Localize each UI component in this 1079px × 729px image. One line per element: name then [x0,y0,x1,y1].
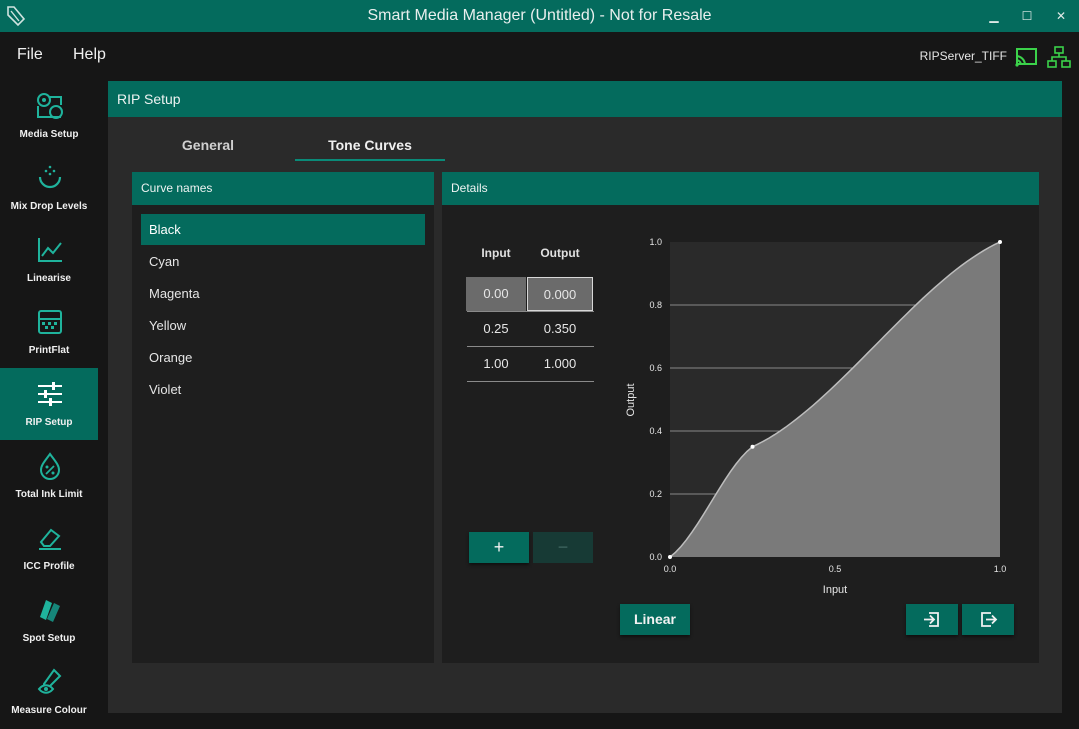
menu-help[interactable]: Help [73,46,106,64]
network-icon[interactable] [1047,46,1071,68]
sidebar-item-printflat[interactable]: PrintFlat [0,296,98,368]
curve-names-panel: Curve names Black Cyan Magenta Yellow Or… [132,172,434,663]
column-header-output: Output [540,246,580,260]
sidebar-item-label: PrintFlat [28,345,70,356]
y-tick-label: 0.6 [649,363,662,373]
column-header-input: Input [481,246,511,260]
curve-names-header: Curve names [132,172,434,205]
cell-output[interactable]: 0.000 [527,277,593,311]
curve-control-point[interactable] [750,444,755,449]
panel-header: RIP Setup [108,81,1062,117]
sidebar-item-label: Spot Setup [22,633,76,644]
tab-general[interactable]: General [148,129,268,161]
y-tick-label: 0.0 [649,552,662,562]
window-title: Smart Media Manager (Untitled) - Not for… [367,7,712,24]
sidebar-item-icc-profile[interactable]: ICC Profile [0,512,98,584]
menu-bar: File Help RIPServer_TIFF [0,32,1079,80]
sidebar-item-label: RIP Setup [25,417,73,428]
line-graph-icon [38,238,62,262]
close-button[interactable]: ✕ [1046,4,1076,28]
curve-control-point[interactable] [668,555,672,559]
eraser-icon [39,528,61,550]
details-panel: Details Input Output 0.00 0.000 0.25 0.3… [442,172,1039,663]
import-curve-button[interactable] [906,604,958,635]
details-title: Details [451,181,488,195]
y-tick-label: 0.2 [649,489,662,499]
curve-item-orange[interactable]: Orange [141,342,425,373]
sidebar-item-label: Media Setup [19,129,79,140]
sidebar-item-mix-drop-levels[interactable]: Mix Drop Levels [0,152,98,224]
curve-item-yellow[interactable]: Yellow [141,310,425,341]
sidebar-item-label: Mix Drop Levels [10,201,88,212]
printflat-icon [38,310,62,334]
sidebar-item-spot-setup[interactable]: Spot Setup [0,584,98,656]
sidebar-item-linearise[interactable]: Linearise [0,224,98,296]
title-bar: Smart Media Manager (Untitled) - Not for… [0,0,1079,32]
sliders-icon [38,382,62,406]
sidebar: Media Setup Mix Drop Levels Linearise Pr… [0,80,98,729]
cell-input[interactable]: 0.00 [466,277,526,311]
minimize-button[interactable]: ▁ [979,4,1009,28]
x-tick-label: 0.0 [664,564,677,574]
y-axis-label: Output [625,383,637,416]
curve-item-cyan[interactable]: Cyan [141,246,425,277]
tab-tone-curves[interactable]: Tone Curves [295,129,445,161]
cast-icon[interactable] [1014,46,1038,68]
add-point-button[interactable]: + [469,532,529,563]
eye-dropper-icon [37,668,62,694]
sidebar-item-rip-setup[interactable]: RIP Setup [0,368,98,440]
x-axis-label: Input [823,584,847,596]
export-icon [981,612,998,627]
sidebar-item-label: Measure Colour [11,705,87,716]
import-icon [924,612,939,627]
cell-output[interactable]: 1.000 [530,347,590,381]
drop-levels-icon [38,165,62,189]
y-tick-label: 0.4 [649,426,662,436]
rip-setup-panel: RIP Setup General Tone Curves Curve name… [108,81,1062,713]
sidebar-item-label: ICC Profile [23,561,75,572]
y-tick-label: 1.0 [649,237,662,247]
sidebar-item-measure-colour[interactable]: Measure Colour [0,656,98,728]
x-tick-label: 0.5 [829,564,842,574]
server-name: RIPServer_TIFF [919,49,1007,63]
menu-file[interactable]: File [17,46,43,64]
cell-input[interactable]: 0.25 [466,312,526,346]
linear-button[interactable]: Linear [620,604,690,635]
curve-control-point[interactable] [998,240,1002,244]
remove-point-button[interactable]: − [533,532,593,563]
curve-item-black[interactable]: Black [141,214,425,245]
sidebar-item-label: Total Ink Limit [15,489,83,500]
maximize-button[interactable]: ☐ [1012,4,1042,28]
details-header: Details [442,172,1039,205]
y-tick-label: 0.8 [649,300,662,310]
cell-input[interactable]: 1.00 [466,347,526,381]
sidebar-item-total-ink-limit[interactable]: Total Ink Limit [0,440,98,512]
curve-item-violet[interactable]: Violet [141,374,425,405]
sidebar-item-media-setup[interactable]: Media Setup [0,80,98,152]
export-curve-button[interactable] [962,604,1014,635]
tone-curve-chart[interactable]: 0.0 0.2 0.4 0.6 0.8 1.0 0.0 0.5 1.0 Input Outpu… [612,222,1032,602]
swatch-icon [40,600,60,622]
ink-drop-percent-icon [39,452,61,480]
curve-item-magenta[interactable]: Magenta [141,278,425,309]
panel-title: RIP Setup [117,91,181,107]
x-tick-label: 1.0 [994,564,1007,574]
sidebar-item-label: Linearise [27,273,71,284]
media-rolls-icon [37,93,63,119]
cell-output[interactable]: 0.350 [530,312,590,346]
curve-names-title: Curve names [141,181,213,195]
row-divider [467,381,594,382]
